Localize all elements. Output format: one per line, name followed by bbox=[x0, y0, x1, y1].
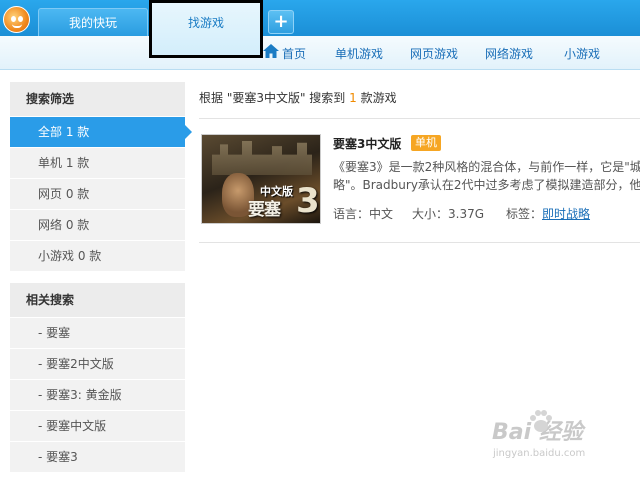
thumb-castle-art bbox=[212, 141, 312, 175]
top-tab-bar: 我的快玩 + bbox=[0, 0, 640, 36]
related-search-item[interactable]: - 要塞3 bbox=[10, 441, 185, 472]
related-search-title: 相关搜索 bbox=[10, 283, 185, 317]
filter-all[interactable]: 全部 1 款 bbox=[10, 116, 192, 147]
filter-web[interactable]: 网页 0 款 bbox=[10, 178, 185, 209]
filter-mini[interactable]: 小游戏 0 款 bbox=[10, 240, 185, 271]
game-description: 《要塞3》是一款2种风格的混合体，与前作一样，它是"城 略"。Bradbury承… bbox=[333, 158, 640, 194]
game-tag-link[interactable]: 即时战略 bbox=[542, 205, 590, 222]
logo-eye-left bbox=[11, 16, 16, 22]
game-tag-label: 标签： bbox=[506, 207, 543, 221]
logo-mouth bbox=[12, 24, 22, 28]
add-tab-button[interactable]: + bbox=[268, 10, 294, 34]
watermark-url: jingyan.baidu.com bbox=[493, 448, 586, 459]
sidebar: 搜索筛选 全部 1 款 单机 1 款 网页 0 款 网络 0 款 小游戏 0 款… bbox=[10, 82, 192, 472]
nav-online-games[interactable]: 网络游戏 bbox=[485, 45, 533, 62]
divider bbox=[199, 242, 640, 243]
search-result-summary: 根据 "要塞3中文版" 搜索到 1 款游戏 bbox=[199, 89, 397, 106]
kuaiwan-logo[interactable] bbox=[3, 6, 30, 33]
tab-my-favorites[interactable]: 我的快玩 bbox=[38, 8, 148, 36]
thumb-logo-text: 要塞 bbox=[248, 200, 281, 220]
thumb-number: 3 bbox=[296, 181, 320, 221]
baidu-paw-icon bbox=[530, 410, 552, 432]
tab-find-games[interactable]: 找游戏 bbox=[149, 0, 263, 58]
game-thumbnail[interactable]: 中文版 要塞 3 bbox=[201, 134, 321, 224]
related-search-item[interactable]: - 要塞 bbox=[10, 317, 185, 348]
filter-online[interactable]: 网络 0 款 bbox=[10, 209, 185, 240]
description-line: 略"。Bradbury承认在2代中过多考虑了模拟建造部分，他 bbox=[333, 178, 640, 192]
home-icon bbox=[263, 44, 279, 58]
filter-panel-title: 搜索筛选 bbox=[10, 82, 185, 116]
nav-web-games[interactable]: 网页游戏 bbox=[410, 45, 458, 62]
description-line: 《要塞3》是一款2种风格的混合体，与前作一样，它是"城 bbox=[333, 160, 640, 174]
logo-eye-right bbox=[18, 16, 23, 22]
game-language: 语言：中文 bbox=[333, 207, 394, 221]
related-search-item[interactable]: - 要塞2中文版 bbox=[10, 348, 185, 379]
related-search-panel: 相关搜索 - 要塞 - 要塞2中文版 - 要塞3: 黄金版 - 要塞中文版 - … bbox=[10, 283, 185, 472]
game-size: 大小：3.37G bbox=[412, 207, 485, 221]
nav-mini-games[interactable]: 小游戏 bbox=[564, 45, 600, 62]
filter-single[interactable]: 单机 1 款 bbox=[10, 147, 185, 178]
summary-suffix: 款游戏 bbox=[360, 91, 397, 105]
summary-prefix: 根据 "要塞3中文版" 搜索到 bbox=[199, 91, 346, 105]
category-badge: 单机 bbox=[411, 135, 441, 151]
filter-panel: 搜索筛选 全部 1 款 单机 1 款 网页 0 款 网络 0 款 小游戏 0 款 bbox=[10, 82, 192, 271]
result-count: 1 bbox=[349, 91, 357, 105]
nav-home[interactable]: 首页 bbox=[282, 45, 306, 62]
category-nav-bar: 首页 单机游戏 网页游戏 网络游戏 小游戏 bbox=[0, 36, 640, 70]
related-search-item[interactable]: - 要塞中文版 bbox=[10, 410, 185, 441]
related-search-item[interactable]: - 要塞3: 黄金版 bbox=[10, 379, 185, 410]
nav-single-games[interactable]: 单机游戏 bbox=[335, 45, 383, 62]
game-title-link[interactable]: 要塞3中文版 bbox=[333, 135, 401, 152]
divider bbox=[199, 118, 640, 119]
